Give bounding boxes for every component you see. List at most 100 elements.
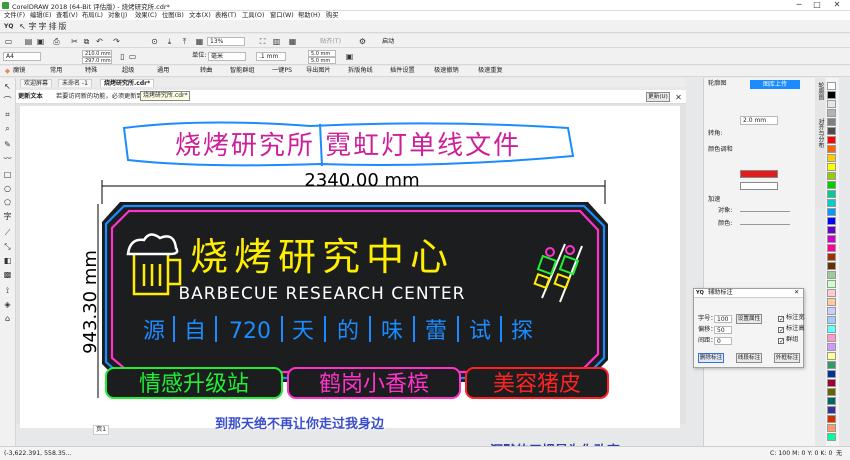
frame-annotation-button[interactable]: 外框标注 (774, 353, 800, 363)
freehand-tool-icon[interactable]: ✎ (3, 140, 12, 149)
polygon-tool-icon[interactable]: ⬠ (3, 198, 12, 207)
menu-table[interactable]: 表格(T) (215, 11, 236, 20)
palette-swatch[interactable] (827, 100, 836, 108)
gallery-upload-button[interactable]: 图库上传 (750, 80, 800, 89)
palette-swatch[interactable] (827, 190, 836, 198)
drop-shadow-icon[interactable]: ◧ (3, 256, 12, 265)
grid-icon[interactable]: ▦ (288, 37, 297, 46)
align-icon[interactable]: 版 (58, 22, 67, 31)
shape-tool-icon[interactable]: ⌒ (3, 96, 12, 105)
palette-swatch[interactable] (827, 145, 836, 153)
palette-swatch[interactable] (827, 397, 836, 405)
tab-welcome[interactable]: 欢迎屏幕 (20, 79, 53, 87)
page-tab[interactable]: 页1 (93, 425, 110, 435)
plugin-export-image[interactable]: 导出图片 (306, 67, 331, 75)
settings-icon[interactable]: ⚙ (358, 37, 367, 46)
gap-input[interactable]: 0 (714, 337, 732, 345)
side-tab-outline[interactable]: 轮廓图 (816, 82, 825, 100)
menu-view[interactable]: 查看(V) (56, 11, 78, 20)
menu-effects[interactable]: 效果(C) (135, 11, 157, 20)
palette-swatch[interactable] (827, 235, 836, 243)
menu-window[interactable]: 窗口(W) (270, 11, 294, 20)
paper-size-select[interactable]: A4 (3, 52, 41, 61)
landscape-icon[interactable]: ▭ (128, 52, 137, 61)
rulers-icon[interactable]: ▥ (272, 37, 281, 46)
palette-swatch[interactable] (827, 199, 836, 207)
palette-swatch[interactable] (827, 154, 836, 162)
palette-swatch[interactable] (827, 316, 836, 324)
maximize-button[interactable]: □ (810, 0, 824, 11)
close-hint-icon[interactable]: ✕ (674, 93, 683, 102)
import-icon[interactable]: ⤓ (165, 37, 174, 46)
color-slider[interactable] (740, 224, 790, 225)
palette-swatch[interactable] (827, 118, 836, 126)
minimize-button[interactable]: ─ (792, 0, 806, 11)
pick-tool-icon[interactable]: ↖ (3, 82, 12, 91)
print-icon[interactable]: ⎙ (52, 37, 61, 46)
palette-swatch[interactable] (827, 325, 836, 333)
launch-label[interactable]: 启动 (382, 38, 394, 46)
menu-layout[interactable]: 布局(L) (82, 11, 103, 20)
eyedropper-icon[interactable]: ⟟ (3, 286, 12, 295)
palette-swatch[interactable] (827, 370, 836, 378)
palette-swatch[interactable] (827, 433, 836, 441)
menu-buy[interactable]: 购买 (326, 11, 339, 20)
palette-swatch[interactable] (827, 271, 836, 279)
menu-object[interactable]: 对象(J) (108, 11, 127, 20)
plugin-convert-curve[interactable]: 转曲 (200, 67, 212, 75)
close-button[interactable]: ✕ (830, 0, 844, 11)
save-icon[interactable]: ▣ (36, 37, 45, 46)
palette-swatch[interactable] (827, 244, 836, 252)
menu-help[interactable]: 帮助(H) (298, 11, 320, 20)
cut-icon[interactable]: ✂ (70, 37, 79, 46)
undo-icon[interactable]: ↶ (95, 37, 104, 46)
plugin-crop-marks[interactable]: 拆版角线 (348, 67, 373, 75)
palette-swatch[interactable] (827, 307, 836, 315)
palette-swatch[interactable] (827, 226, 836, 234)
palette-swatch[interactable] (827, 298, 836, 306)
menu-text[interactable]: 文本(X) (189, 11, 211, 20)
group-checkbox[interactable]: ✓ (778, 338, 784, 345)
text-icon[interactable]: 字 (38, 22, 47, 31)
segment-annotation-button[interactable]: 线段标注 (736, 353, 762, 363)
palette-swatch[interactable] (827, 352, 836, 360)
rectangle-tool-icon[interactable]: □ (3, 170, 12, 179)
plugin-special[interactable]: 特殊 (85, 67, 97, 75)
snap-to-label[interactable]: 贴齐(T) (320, 38, 341, 46)
new-file-icon[interactable]: ▭ (4, 37, 13, 46)
redo-icon[interactable]: ↷ (112, 37, 121, 46)
offset-input[interactable]: 50 (714, 326, 732, 334)
steps-input[interactable]: 2.0 mm (740, 116, 778, 125)
zoom-tool-icon[interactable]: ⌕ (3, 124, 12, 133)
palette-swatch[interactable] (827, 289, 836, 297)
crop-tool-icon[interactable]: ⌗ (3, 110, 12, 119)
font-icon[interactable]: 字 (28, 22, 37, 31)
palette-swatch[interactable] (827, 253, 836, 261)
object-slider[interactable] (740, 211, 790, 212)
palette-swatch[interactable] (827, 334, 836, 342)
menu-tools[interactable]: 工具(O) (242, 11, 264, 20)
palette-swatch[interactable] (827, 208, 836, 216)
duplicate-x-input[interactable]: 5.0 mm (308, 50, 336, 57)
font-size-input[interactable]: 100 (714, 315, 732, 323)
pdf-icon[interactable]: ▦ (195, 37, 204, 46)
label-height-checkbox[interactable]: ✓ (778, 327, 784, 334)
dialog-close-icon[interactable]: ✕ (794, 289, 799, 297)
palette-swatch[interactable] (827, 415, 836, 423)
plugin-fast-undo[interactable]: 极速撤销 (434, 67, 459, 75)
plugin-mirror[interactable]: 魔镜 (13, 67, 25, 75)
palette-swatch[interactable] (827, 136, 836, 144)
zoom-level-input[interactable]: 13% (207, 37, 245, 46)
palette-swatch[interactable] (827, 181, 836, 189)
copy-icon[interactable]: ⧉ (82, 37, 91, 46)
fill-tool-icon[interactable]: ◈ (3, 300, 12, 309)
plugin-fast-redo[interactable]: 极速重复 (478, 67, 503, 75)
palette-swatch[interactable] (827, 82, 836, 90)
plugin-common[interactable]: 常用 (50, 67, 62, 75)
export-icon[interactable]: ⤒ (180, 37, 189, 46)
palette-swatch[interactable] (827, 424, 836, 432)
plugin-super[interactable]: 超级 (122, 67, 134, 75)
cursor-icon[interactable]: ↖ (18, 22, 27, 31)
search-icon[interactable]: ⊙ (150, 37, 159, 46)
open-icon[interactable]: ▤ (24, 37, 33, 46)
